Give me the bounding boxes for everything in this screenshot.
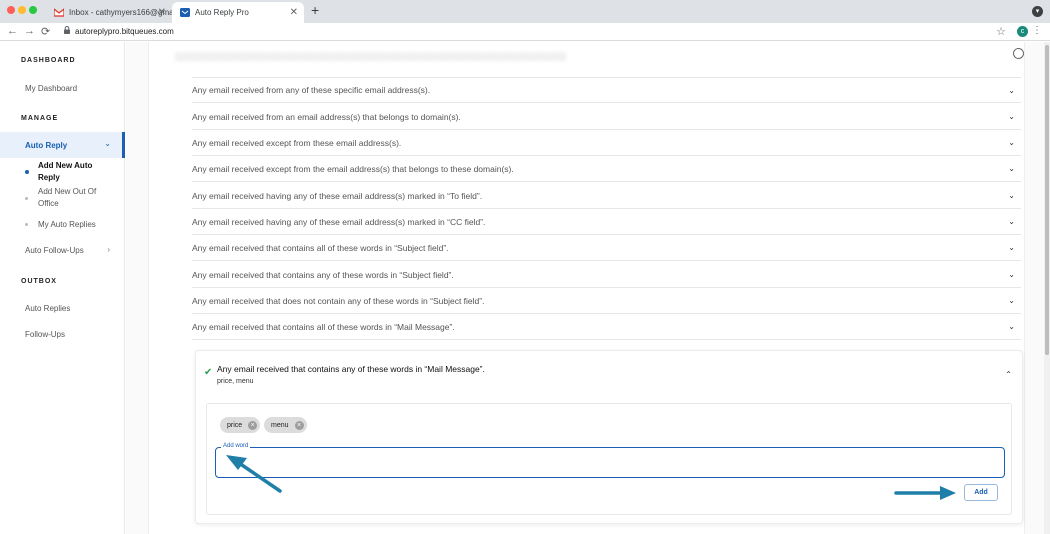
browser-menu-icon[interactable]: ⋮	[1032, 25, 1042, 36]
forward-icon[interactable]: →	[24, 25, 35, 37]
sidebar-item-auto-follow-ups[interactable]: Auto Follow-Ups	[25, 246, 84, 255]
tab-gmail[interactable]: Inbox - cathymyers166@gmail.c ✕	[46, 2, 183, 23]
bookmark-star-icon[interactable]: ☆	[996, 25, 1006, 38]
chevron-down-icon[interactable]: ⌄	[1008, 296, 1015, 305]
main-content: ▒▒▒▒▒▒▒▒▒▒▒▒▒▒▒▒▒▒▒▒▒▒▒▒▒▒▒▒▒▒▒▒▒▒▒▒▒▒▒▒…	[126, 42, 1050, 534]
blurred-text: ▒▒▒▒▒▒▒▒▒▒▒▒▒▒▒▒▒▒▒▒▒▒▒▒▒▒▒▒▒▒▒▒▒▒▒▒▒▒▒▒…	[175, 52, 567, 61]
user-account-icon[interactable]	[1013, 48, 1024, 59]
section-heading-manage: MANAGE	[21, 115, 59, 122]
chevron-down-icon[interactable]: ⌄	[1008, 138, 1015, 147]
rule-row[interactable]: Any email received from an email address…	[192, 104, 1021, 130]
sidebar-item-auto-replies[interactable]: Auto Replies	[25, 304, 70, 313]
rule-label: Any email received that contains all of …	[192, 321, 455, 332]
rule-label: Any email received from an email address…	[192, 111, 461, 122]
section-heading-dashboard: DASHBOARD	[21, 57, 76, 64]
maximize-window-button[interactable]	[29, 6, 37, 14]
chevron-right-icon: ›	[107, 245, 110, 254]
url-field[interactable]: autoreplypro.bitqueues.com	[64, 26, 174, 36]
word-chip: menu ×	[264, 417, 307, 433]
bullet-icon	[25, 197, 28, 200]
sidebar-item-label: Auto Reply	[25, 141, 68, 150]
remove-chip-icon[interactable]: ×	[294, 420, 304, 430]
new-tab-icon[interactable]: +	[311, 2, 319, 18]
tab-search-icon[interactable]: ▾	[1032, 6, 1043, 17]
chevron-down-icon[interactable]: ⌄	[1008, 217, 1015, 226]
rules-panel: ▒▒▒▒▒▒▒▒▒▒▒▒▒▒▒▒▒▒▒▒▒▒▒▒▒▒▒▒▒▒▒▒▒▒▒▒▒▒▒▒…	[148, 42, 1025, 534]
chevron-down-icon[interactable]: ⌄	[1008, 164, 1015, 173]
checkmark-icon: ✔	[204, 367, 213, 378]
lock-icon	[64, 26, 70, 36]
rule-label: Any email received from any of these spe…	[192, 85, 431, 95]
rule-row[interactable]: Any email received except from the email…	[192, 156, 1021, 182]
rule-row[interactable]: Any email received that contains all of …	[192, 235, 1021, 261]
sidebar-item-my-dashboard[interactable]: My Dashboard	[25, 84, 77, 93]
address-bar: ← → ⟳ autoreplypro.bitqueues.com ☆ c ⋮	[0, 23, 1050, 41]
rule-row[interactable]: Any email received from any of these spe…	[192, 77, 1021, 103]
expanded-rule-summary: price, menu	[217, 378, 254, 385]
sidebar-subitem-add-new-auto-reply[interactable]: Add New Auto Reply	[38, 160, 108, 184]
close-tab-icon[interactable]: ✕	[158, 7, 166, 18]
close-tab-icon[interactable]: ✕	[290, 7, 298, 18]
chevron-down-icon[interactable]: ⌄	[1008, 86, 1015, 95]
sidebar-subitem-add-new-out-of-office[interactable]: Add New Out Of Office	[38, 186, 108, 210]
chevron-up-icon[interactable]: ⌃	[1005, 370, 1012, 379]
bullet-icon	[25, 223, 28, 226]
section-heading-outbox: OUTBOX	[21, 278, 57, 285]
sidebar-item-follow-ups[interactable]: Follow-Ups	[25, 330, 65, 339]
minimize-window-button[interactable]	[18, 6, 26, 14]
tab-auto-reply-pro[interactable]: Auto Reply Pro ✕	[172, 2, 304, 23]
bullet-icon	[25, 170, 29, 174]
word-editor: price × menu × Add word Add	[206, 403, 1012, 515]
expanded-rule-title[interactable]: Any email received that contains any of …	[217, 364, 485, 374]
sidebar: DASHBOARD My Dashboard MANAGE Auto Reply…	[0, 42, 125, 534]
rule-row[interactable]: Any email received having any of these e…	[192, 209, 1021, 235]
tab-title: Auto Reply Pro	[195, 8, 249, 17]
tab-title: Inbox - cathymyers166@gmail.c	[69, 8, 184, 17]
reload-icon[interactable]: ⟳	[41, 25, 50, 38]
rule-label: Any email received except from the email…	[192, 163, 514, 174]
back-icon[interactable]: ←	[7, 25, 18, 37]
chevron-down-icon[interactable]: ⌄	[1008, 270, 1015, 279]
rule-label: Any email received having any of these e…	[192, 216, 486, 227]
rule-label: Any email received except from these ema…	[192, 137, 402, 148]
chip-label: price	[227, 421, 243, 429]
add-word-input[interactable]	[215, 447, 1005, 478]
rule-label: Any email received that contains all of …	[192, 242, 449, 253]
expanded-rule-card: ✔ Any email received that contains any o…	[195, 350, 1023, 524]
scrollbar-thumb[interactable]	[1045, 45, 1049, 355]
chip-label: menu	[271, 421, 289, 429]
chevron-down-icon[interactable]: ⌄	[1008, 191, 1015, 200]
sidebar-item-auto-reply[interactable]: Auto Reply ⌄	[0, 132, 125, 158]
chevron-down-icon: ⌄	[104, 139, 111, 148]
rule-row[interactable]: Any email received that does not contain…	[192, 288, 1021, 314]
rule-row[interactable]: Any email received that contains any of …	[192, 262, 1021, 288]
chevron-down-icon[interactable]: ⌄	[1008, 112, 1015, 121]
word-chip: price ×	[220, 417, 261, 433]
url-text: autoreplypro.bitqueues.com	[75, 26, 174, 36]
add-word-button[interactable]: Add	[964, 484, 998, 501]
rule-row[interactable]: Any email received except from these ema…	[192, 130, 1021, 156]
rule-label: Any email received that contains any of …	[192, 269, 454, 280]
remove-chip-icon[interactable]: ×	[248, 420, 258, 430]
profile-avatar[interactable]: c	[1017, 26, 1028, 37]
auto-reply-pro-icon	[180, 8, 190, 17]
rule-label: Any email received that does not contain…	[192, 295, 485, 306]
browser-tab-bar: Inbox - cathymyers166@gmail.c ✕ Auto Rep…	[0, 0, 1050, 23]
add-word-label: Add word	[221, 443, 251, 449]
rule-row[interactable]: Any email received that contains all of …	[192, 314, 1021, 340]
gmail-icon	[53, 7, 65, 17]
sidebar-subitem-my-auto-replies[interactable]: My Auto Replies	[38, 219, 108, 231]
chevron-down-icon[interactable]: ⌄	[1008, 322, 1015, 331]
rule-row[interactable]: Any email received having any of these e…	[192, 183, 1021, 209]
chevron-down-icon[interactable]: ⌄	[1008, 243, 1015, 252]
rule-label: Any email received having any of these e…	[192, 190, 483, 201]
close-window-button[interactable]	[7, 6, 15, 14]
